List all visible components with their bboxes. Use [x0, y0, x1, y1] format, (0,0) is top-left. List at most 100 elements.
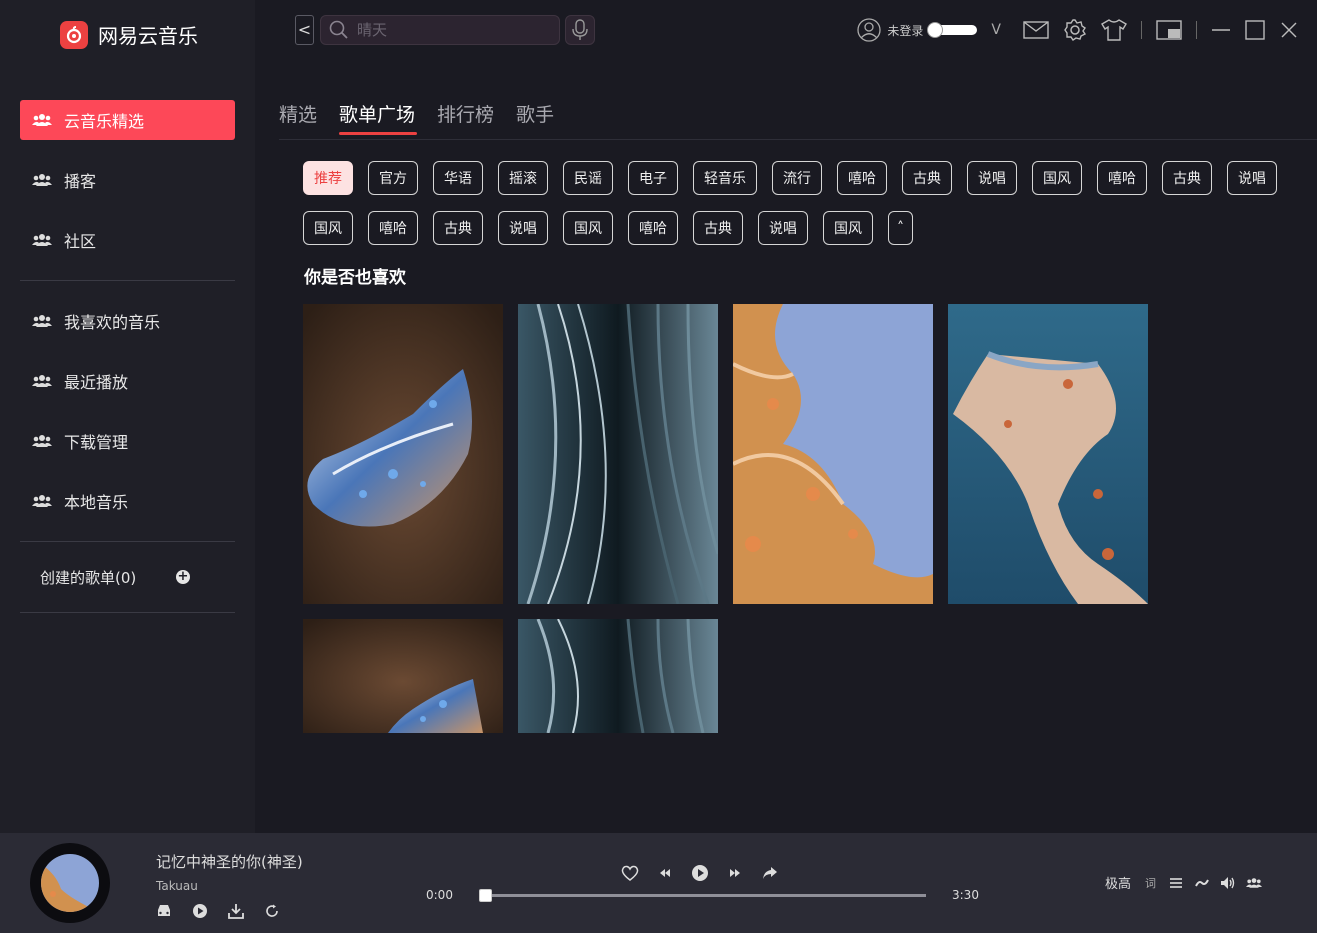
search-input[interactable] [357, 21, 547, 39]
tag-chip[interactable]: 说唱 [498, 211, 548, 245]
people-icon [32, 435, 52, 447]
sidebar-item-downloads[interactable]: 下载管理 [20, 421, 235, 461]
album-disc[interactable] [30, 843, 110, 923]
add-playlist-icon[interactable]: + [176, 570, 190, 584]
tag-chip[interactable]: 电子 [628, 161, 678, 195]
player-bar: 记忆中神圣的你(神圣) Takuau 0:00 3:30 极高 词 [0, 833, 1317, 933]
sidebar-item-label: 下载管理 [64, 433, 129, 452]
car-mode-icon[interactable] [156, 903, 172, 919]
progress-handle[interactable] [479, 889, 492, 902]
tag-chip[interactable]: 流行 [772, 161, 822, 195]
share-icon[interactable] [760, 863, 780, 883]
playlist-card[interactable] [948, 304, 1148, 604]
tag-chip[interactable]: 官方 [368, 161, 418, 195]
playlist-card[interactable] [733, 304, 933, 604]
quality-selector[interactable]: 极高 [1105, 873, 1131, 892]
sidebar-item-label: 云音乐精选 [64, 112, 145, 131]
tag-chip[interactable]: 嘻哈 [628, 211, 678, 245]
theme-toggle[interactable] [927, 22, 978, 38]
tab-featured[interactable]: 精选 [279, 100, 317, 133]
people-icon [32, 315, 52, 327]
my-music-nav: 我喜欢的音乐 最近播放 下载管理 本地音乐 [20, 301, 235, 541]
playlist-cover [948, 304, 1148, 604]
sidebar-divider [20, 280, 235, 281]
tag-chip[interactable]: 嘻哈 [1097, 161, 1147, 195]
song-artist[interactable]: Takuau [156, 879, 198, 893]
voice-search-button[interactable] [565, 15, 595, 45]
previous-track-icon[interactable] [655, 863, 675, 883]
tag-chip[interactable]: 古典 [693, 211, 743, 245]
tab-playlist-square[interactable]: 歌单广场 [339, 100, 418, 135]
sidebar-item-community[interactable]: 社区 [20, 220, 235, 260]
playlist-card[interactable] [303, 619, 503, 733]
login-status[interactable]: 未登录 [887, 22, 923, 39]
tag-chip[interactable]: 国风 [303, 211, 353, 245]
created-playlists-label: 创建的歌单(0) [40, 568, 137, 587]
playlist-card[interactable] [303, 304, 503, 604]
sidebar-item-liked-music[interactable]: 我喜欢的音乐 [20, 301, 235, 341]
sidebar-item-label: 最近播放 [64, 373, 129, 392]
sidebar-item-podcast[interactable]: 播客 [20, 160, 235, 200]
play-button-icon[interactable] [690, 863, 710, 883]
refresh-icon[interactable] [264, 903, 280, 919]
tag-chip[interactable]: 嘻哈 [837, 161, 887, 195]
back-button[interactable]: < [295, 15, 314, 45]
app-logo[interactable]: 网易云音乐 [60, 20, 198, 49]
playlist-queue-icon[interactable] [1168, 875, 1184, 891]
tab-charts[interactable]: 排行榜 [437, 100, 494, 133]
tag-chip[interactable]: 华语 [433, 161, 483, 195]
song-actions [156, 903, 300, 919]
tag-chip[interactable]: 古典 [902, 161, 952, 195]
tab-artists[interactable]: 歌手 [516, 100, 554, 133]
volume-icon[interactable] [1220, 875, 1236, 891]
playlist-cover [303, 304, 503, 604]
mini-mode-icon[interactable] [1156, 20, 1182, 40]
tag-chip[interactable]: 古典 [1162, 161, 1212, 195]
collapse-tags-button[interactable]: ˄ [888, 211, 913, 245]
tag-chip[interactable]: 说唱 [1227, 161, 1277, 195]
close-icon[interactable] [1279, 20, 1299, 40]
tag-chip[interactable]: 嘻哈 [368, 211, 418, 245]
created-playlists-header[interactable]: 创建的歌单(0) + [40, 566, 190, 588]
play-mode-icon[interactable] [1194, 875, 1210, 891]
minimize-icon[interactable] [1211, 20, 1231, 40]
tag-chip[interactable]: 国风 [563, 211, 613, 245]
maximize-icon[interactable] [1245, 20, 1265, 40]
lyrics-toggle[interactable]: 词 [1145, 875, 1156, 891]
sidebar-item-featured[interactable]: 云音乐精选 [20, 100, 235, 140]
tag-row: 国风 嘻哈 古典 说唱 国风 嘻哈 古典 说唱 国风 ˄ [303, 211, 1263, 245]
search-box[interactable] [320, 15, 560, 45]
search-icon [329, 20, 348, 39]
tag-chip[interactable]: 国风 [1032, 161, 1082, 195]
sidebar-divider [20, 541, 235, 542]
tabs-divider [279, 139, 1317, 140]
sidebar-item-recent[interactable]: 最近播放 [20, 361, 235, 401]
tag-chip[interactable]: 国风 [823, 211, 873, 245]
download-icon[interactable] [228, 903, 244, 919]
playlist-cover [518, 619, 718, 733]
settings-gear-icon[interactable] [1063, 18, 1087, 42]
skin-shirt-icon[interactable] [1101, 19, 1127, 41]
tag-chip[interactable]: 说唱 [758, 211, 808, 245]
people-icon[interactable] [1246, 875, 1262, 891]
mail-icon[interactable] [1023, 21, 1049, 39]
tag-chip[interactable]: 古典 [433, 211, 483, 245]
song-title[interactable]: 记忆中神圣的你(神圣) [156, 851, 303, 872]
play-circle-icon[interactable] [192, 903, 208, 919]
like-heart-icon[interactable] [620, 863, 640, 883]
tag-chip[interactable]: 说唱 [967, 161, 1017, 195]
next-track-icon[interactable] [725, 863, 745, 883]
tag-chip[interactable]: 民谣 [563, 161, 613, 195]
sidebar-item-local-music[interactable]: 本地音乐 [20, 481, 235, 521]
tag-chip[interactable]: 摇滚 [498, 161, 548, 195]
tag-chip[interactable]: 轻音乐 [693, 161, 757, 195]
progress-bar[interactable] [479, 889, 926, 902]
main-nav: 云音乐精选 播客 社区 [20, 100, 235, 280]
sidebar-item-label: 播客 [64, 172, 97, 191]
playlist-card[interactable] [518, 619, 718, 733]
tag-chip[interactable]: 推荐 [303, 161, 353, 195]
account-dropdown-icon[interactable]: V [991, 22, 1001, 38]
people-icon [32, 174, 52, 186]
user-avatar-icon[interactable] [857, 18, 882, 42]
playlist-card[interactable] [518, 304, 718, 604]
